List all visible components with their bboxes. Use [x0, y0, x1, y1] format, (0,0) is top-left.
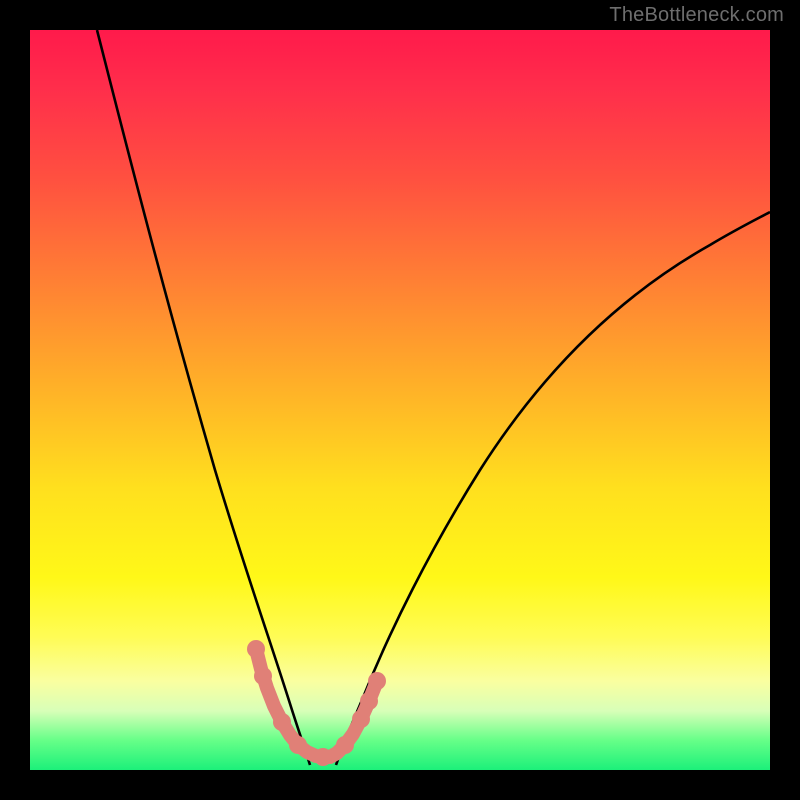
plot-area — [30, 30, 770, 770]
watermark-text: TheBottleneck.com — [609, 4, 784, 27]
valley-dot — [289, 736, 307, 754]
valley-dot — [273, 713, 291, 731]
valley-marker-layer — [30, 30, 770, 770]
valley-dot — [254, 667, 272, 685]
valley-polyline — [256, 649, 377, 757]
valley-dot — [336, 736, 354, 754]
chart-frame: TheBottleneck.com — [0, 0, 800, 800]
valley-dot — [314, 748, 332, 766]
valley-dot — [247, 640, 265, 658]
valley-dot — [352, 710, 370, 728]
valley-dot — [368, 672, 386, 690]
valley-dot — [360, 692, 378, 710]
